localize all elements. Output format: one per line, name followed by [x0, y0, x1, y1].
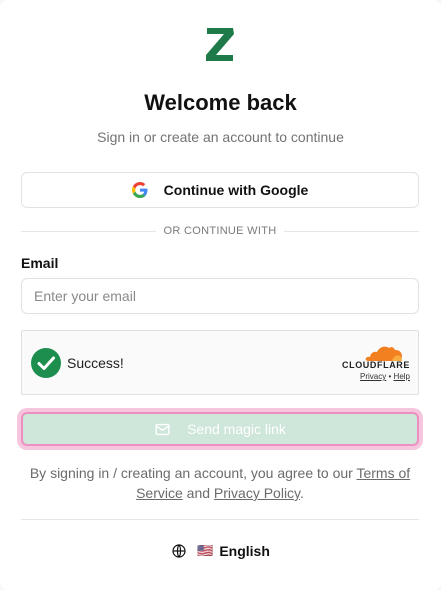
terms-notice: By signing in / creating an account, you…	[21, 463, 419, 503]
page-title: Welcome back	[144, 90, 297, 115]
logo-icon	[206, 28, 234, 61]
terms-prefix: By signing in / creating an account, you…	[29, 465, 357, 481]
divider-line-right	[284, 230, 419, 232]
cloudflare-link-separator: •	[388, 372, 392, 381]
cloudflare-privacy-link[interactable]: Privacy	[360, 372, 386, 381]
cloudflare-links: Privacy • Help	[360, 372, 410, 381]
success-check-icon	[31, 348, 61, 378]
cloudflare-brand: CLOUDFLARE Privacy • Help	[334, 343, 410, 383]
captcha-status: Success!	[67, 355, 124, 371]
email-label: Email	[21, 255, 59, 271]
terms-and: and	[182, 485, 214, 501]
language-label: English	[219, 543, 270, 559]
us-flag-icon: 🇺🇸	[197, 543, 214, 558]
cloudflare-help-link[interactable]: Help	[394, 372, 410, 381]
cloudflare-turnstile-widget[interactable]: Success! CLOUDFLARE Privacy • Help	[21, 330, 419, 395]
globe-icon	[172, 544, 186, 558]
send-magic-link-button[interactable]: Send magic link	[21, 412, 419, 446]
language-selector[interactable]: 🇺🇸 English	[0, 543, 441, 559]
page-subtitle: Sign in or create an account to continue	[97, 129, 344, 145]
google-icon	[131, 182, 148, 198]
footer-divider	[21, 519, 419, 520]
email-input[interactable]	[21, 278, 419, 314]
cloudflare-wordmark: CLOUDFLARE	[342, 360, 410, 370]
send-button-label: Send magic link	[187, 421, 286, 437]
google-button-label: Continue with Google	[163, 182, 309, 198]
login-card: Welcome back Sign in or create an accoun…	[0, 0, 441, 590]
terms-suffix: .	[300, 485, 304, 501]
continue-with-google-button[interactable]: Continue with Google	[21, 172, 419, 208]
divider-line-left	[21, 230, 156, 232]
privacy-policy-link[interactable]: Privacy Policy	[214, 485, 300, 501]
divider-text: OR CONTINUE WITH	[163, 225, 277, 237]
or-divider: OR CONTINUE WITH	[21, 224, 419, 238]
mail-icon	[155, 423, 170, 435]
